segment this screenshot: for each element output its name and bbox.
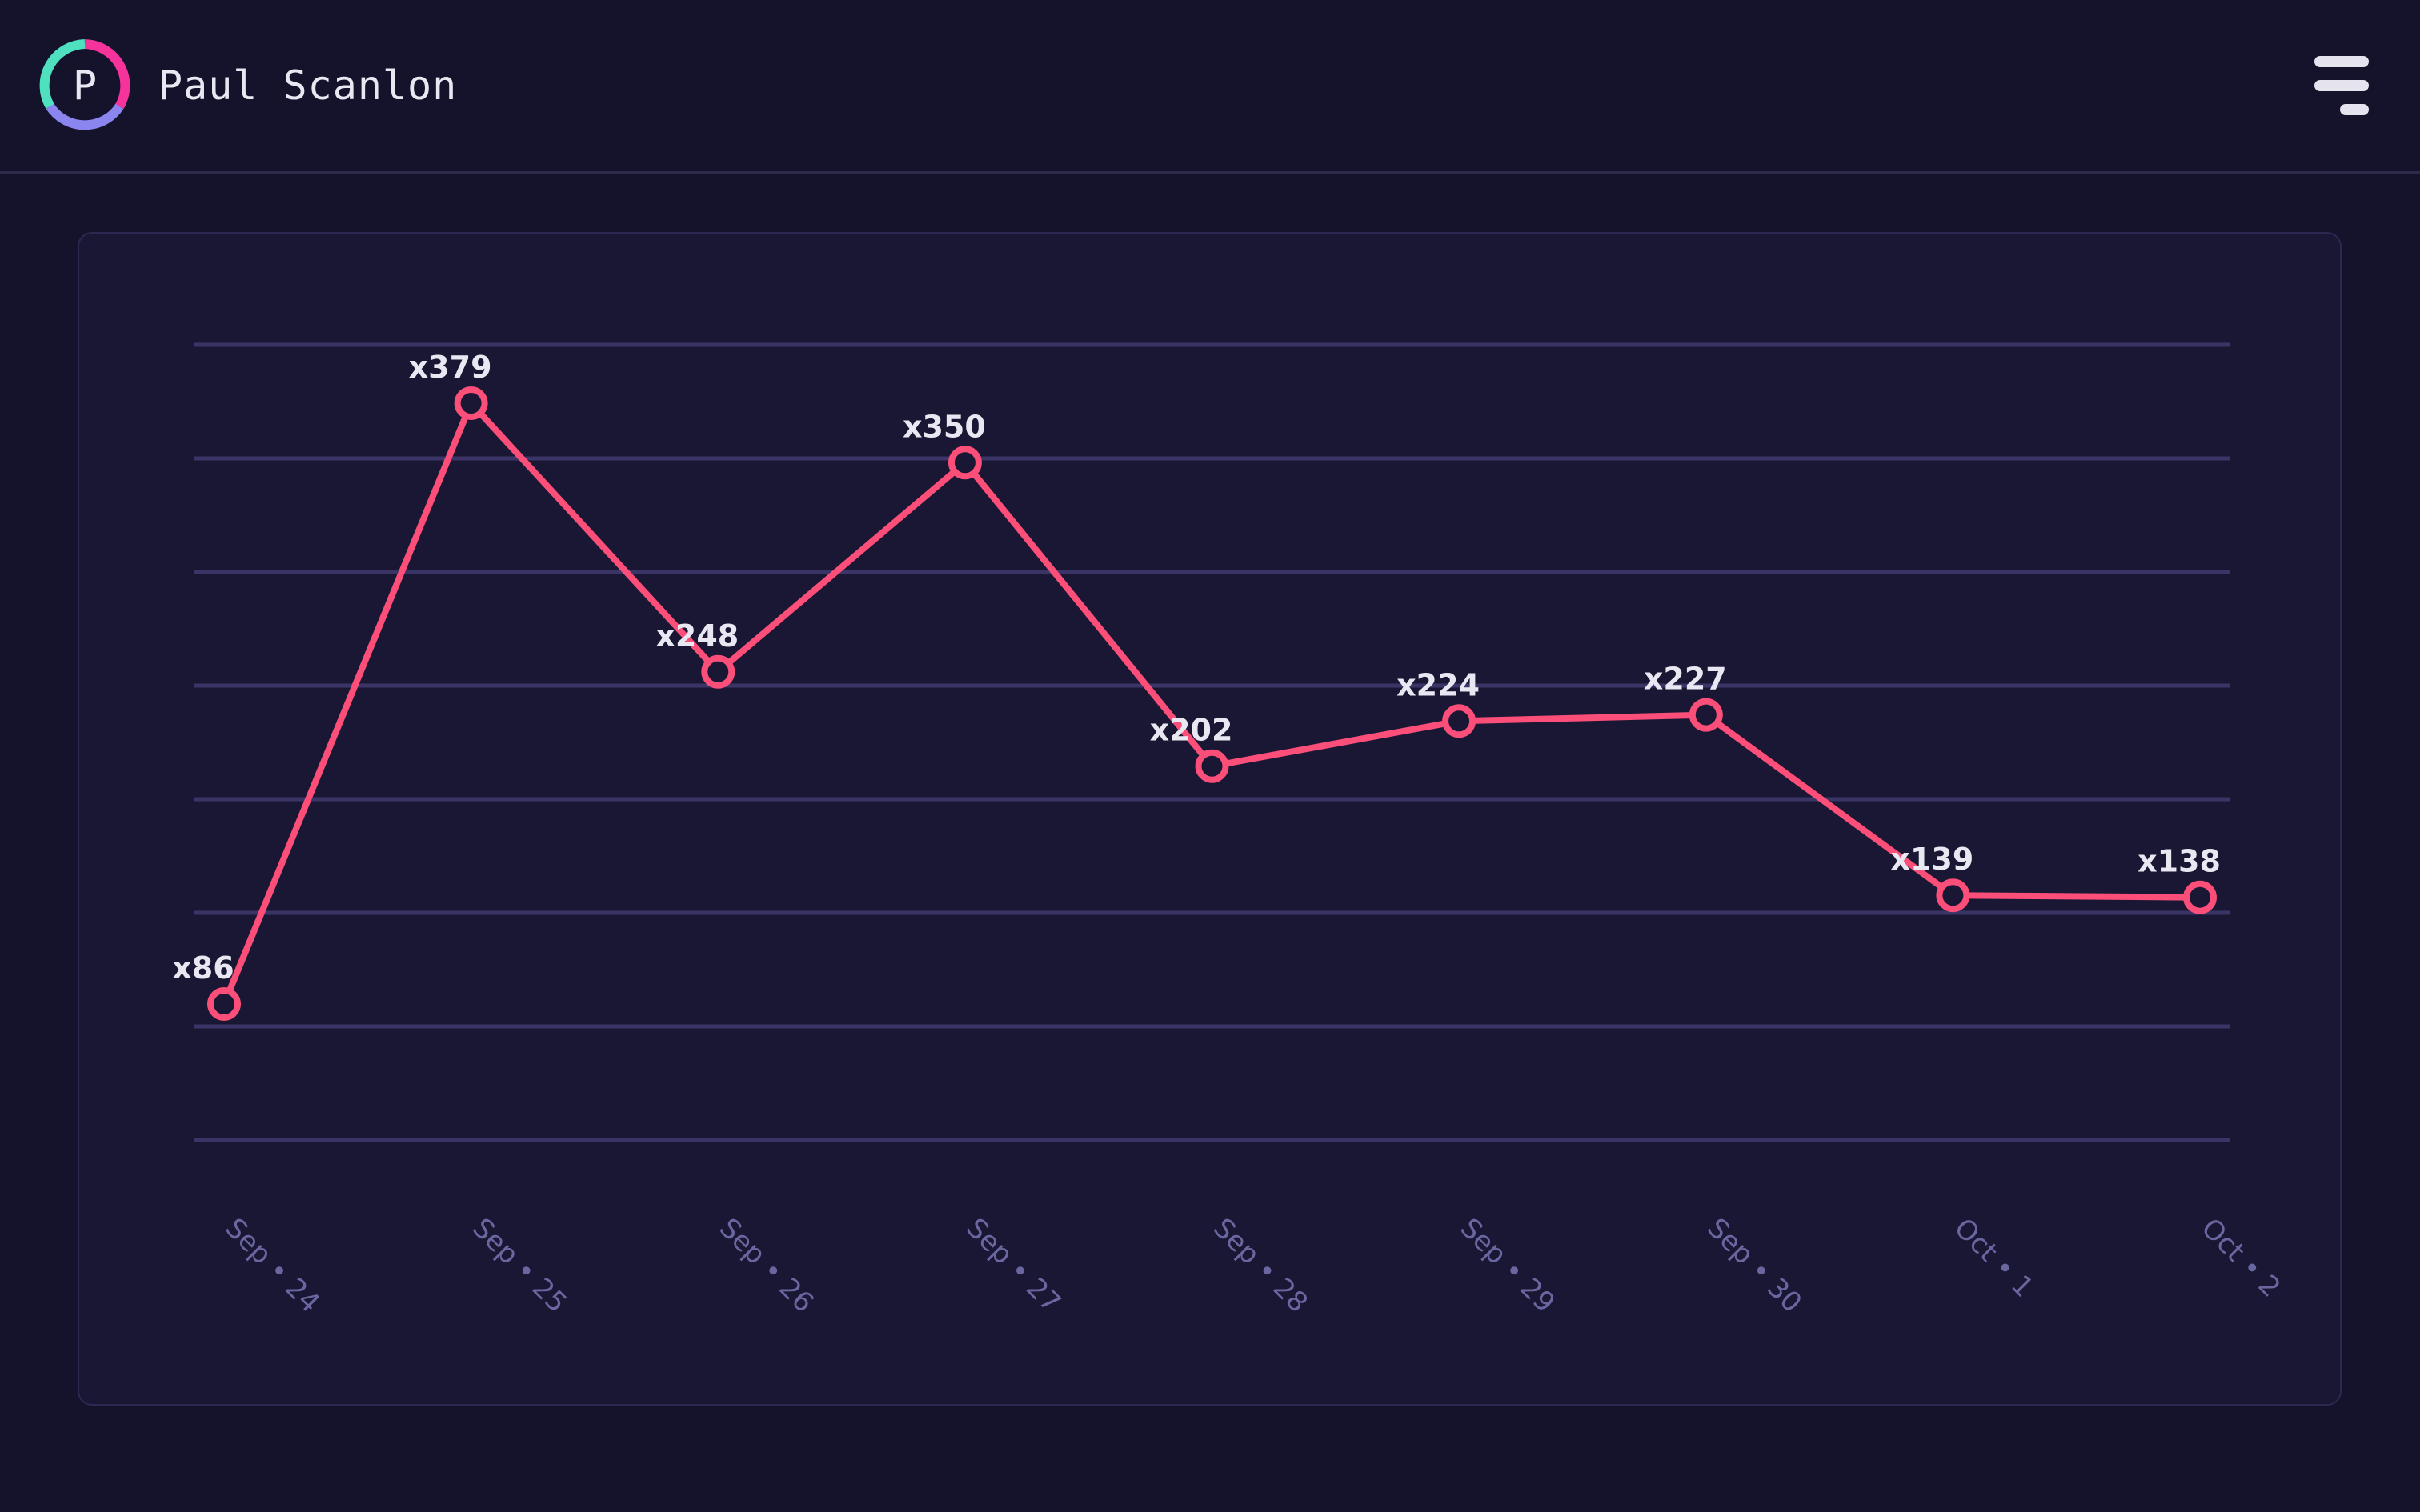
data-point-value-label: x139 bbox=[1890, 842, 1973, 877]
data-point-marker[interactable] bbox=[1689, 698, 1723, 732]
data-point-marker[interactable] bbox=[2183, 880, 2217, 914]
page-root: P Paul Scanlon x86 x379 x248 x350 x202 x224 x2… bbox=[0, 0, 2420, 1512]
chart-value-labels: x86 x379 x248 x350 x202 x224 x227 x139 x138 bbox=[172, 350, 2221, 986]
x-axis-tick-label: Oct • 1 bbox=[1948, 1212, 2040, 1304]
data-point-value-label: x350 bbox=[903, 409, 986, 444]
x-axis-tick-label: Sep • 29 bbox=[1454, 1212, 1561, 1319]
line-chart[interactable]: x86 x379 x248 x350 x202 x224 x227 x139 x138 Sep … bbox=[79, 234, 2343, 1407]
x-axis-tick-label: Sep • 27 bbox=[960, 1212, 1068, 1319]
x-axis-tick-label: Sep • 25 bbox=[466, 1212, 573, 1319]
data-point-value-label: x138 bbox=[2138, 844, 2221, 879]
hamburger-bar-middle bbox=[2314, 80, 2369, 91]
chart-card: x86 x379 x248 x350 x202 x224 x227 x139 x138 Sep … bbox=[78, 232, 2342, 1406]
data-point-value-label: x379 bbox=[409, 350, 492, 385]
x-axis-tick-label: Sep • 26 bbox=[713, 1212, 820, 1319]
brand-name: Paul Scanlon bbox=[158, 62, 458, 109]
data-point-marker[interactable] bbox=[1442, 704, 1476, 738]
chart-point-markers bbox=[207, 386, 2217, 1021]
hamburger-bar-top bbox=[2314, 56, 2369, 67]
x-axis-tick-label: Sep • 28 bbox=[1207, 1212, 1314, 1319]
data-point-value-label: x224 bbox=[1396, 667, 1480, 702]
data-point-marker[interactable] bbox=[1195, 749, 1229, 783]
data-point-value-label: x248 bbox=[655, 618, 739, 654]
data-point-marker[interactable] bbox=[948, 446, 982, 480]
data-point-marker[interactable] bbox=[1936, 878, 1970, 913]
chart-x-axis-labels: Sep • 24 Sep • 25 Sep • 26 Sep • 27 Sep • 28… bbox=[219, 1212, 2287, 1319]
hamburger-bar-bottom bbox=[2340, 104, 2369, 115]
site-header: P Paul Scanlon bbox=[0, 0, 2420, 174]
data-point-value-label: x227 bbox=[1644, 662, 1727, 697]
data-point-marker[interactable] bbox=[701, 654, 735, 689]
x-axis-tick-label: Oct • 2 bbox=[2195, 1212, 2287, 1304]
hamburger-menu-icon[interactable] bbox=[2297, 47, 2374, 124]
logo-initial: P bbox=[72, 62, 98, 109]
data-point-marker[interactable] bbox=[454, 386, 488, 420]
x-axis-tick-label: Sep • 30 bbox=[1701, 1212, 1808, 1319]
data-point-marker[interactable] bbox=[207, 987, 241, 1021]
x-axis-tick-label: Sep • 24 bbox=[219, 1212, 327, 1319]
data-point-value-label: x202 bbox=[1150, 713, 1233, 748]
brand[interactable]: P Paul Scanlon bbox=[35, 36, 457, 135]
logo-ring-icon: P bbox=[35, 36, 134, 135]
data-point-value-label: x86 bbox=[172, 950, 234, 986]
